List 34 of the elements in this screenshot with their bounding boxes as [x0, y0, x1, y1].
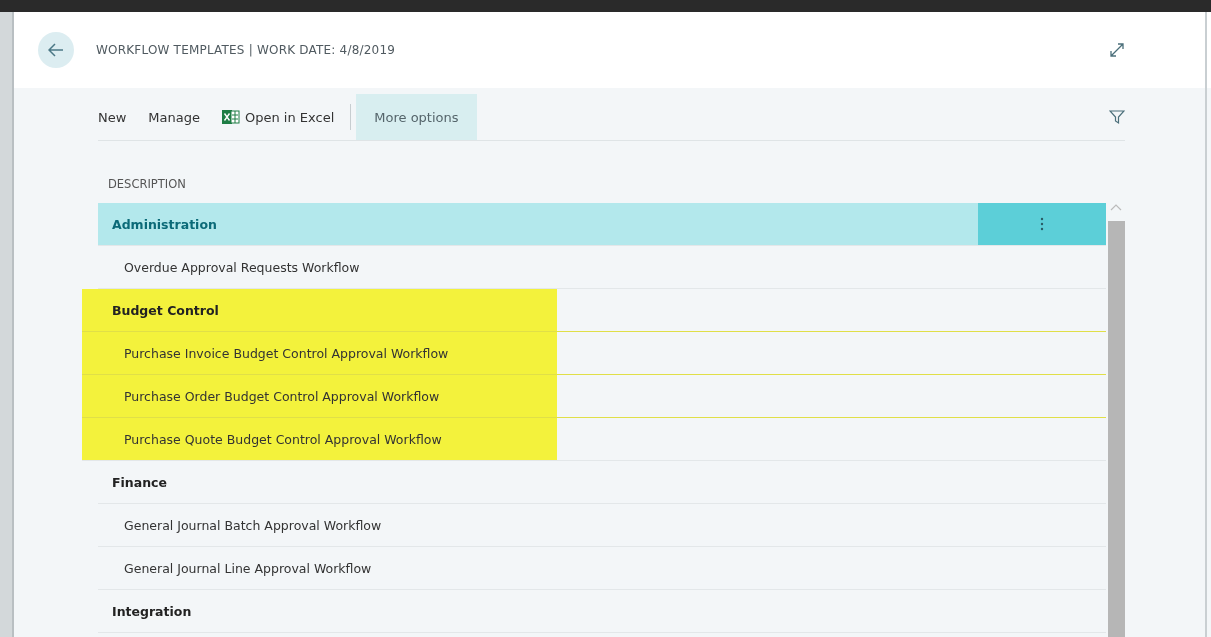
group-row[interactable]: Finance	[98, 461, 1106, 504]
more-options-button[interactable]: More options	[356, 94, 477, 140]
group-row[interactable]: Integration	[98, 590, 1106, 633]
list-row[interactable]: Overdue Approval Requests Workflow	[98, 246, 1106, 289]
back-button[interactable]	[38, 32, 74, 68]
expand-icon[interactable]	[1109, 42, 1125, 58]
list-row[interactable]: Purchase Quote Budget Control Approval Workflow	[82, 418, 1106, 461]
spreadsheet-icon	[222, 109, 240, 125]
more-icon	[1040, 217, 1044, 231]
list-row[interactable]: General Journal Line Approval Workflow	[98, 547, 1106, 590]
group-label: Budget Control	[111, 302, 219, 318]
filter-icon[interactable]	[1109, 109, 1125, 125]
back-arrow-icon	[48, 43, 64, 57]
group-label: Integration	[111, 603, 192, 619]
group-label: Administration	[111, 216, 217, 232]
list-row[interactable]: Purchase Order Budget Control Approval Workflow	[82, 375, 1106, 418]
row-label: General Journal Line Approval Workflow	[123, 560, 372, 576]
open-in-excel-button[interactable]: Open in Excel	[211, 94, 346, 140]
page-title: WORKFLOW TEMPLATES | WORK DATE: 4/8/2019	[96, 43, 397, 57]
list-row[interactable]: General Journal Batch Approval Workflow	[98, 504, 1106, 547]
row-label: Purchase Invoice Budget Control Approval Workflow	[123, 345, 449, 361]
group-row[interactable]: Budget Control	[82, 289, 1106, 332]
scroll-up-icon[interactable]	[1110, 203, 1122, 211]
row-label: General Journal Batch Approval Workflow	[123, 517, 382, 533]
row-label: Overdue Approval Requests Workflow	[123, 259, 360, 275]
scrollbar[interactable]	[1108, 221, 1125, 637]
row-label: Purchase Order Budget Control Approval Workflow	[123, 388, 440, 404]
toolbar-button[interactable]: Manage	[137, 94, 211, 140]
list-row[interactable]: Purchase Invoice Budget Control Approval Workflow	[82, 332, 1106, 375]
group-label: Finance	[111, 474, 167, 490]
row-label: Purchase Quote Budget Control Approval Workflow	[123, 431, 442, 447]
group-row[interactable]: Administration	[98, 203, 1106, 246]
toolbar-button[interactable]: New	[98, 94, 138, 140]
column-header[interactable]: DESCRIPTION	[108, 177, 1211, 199]
